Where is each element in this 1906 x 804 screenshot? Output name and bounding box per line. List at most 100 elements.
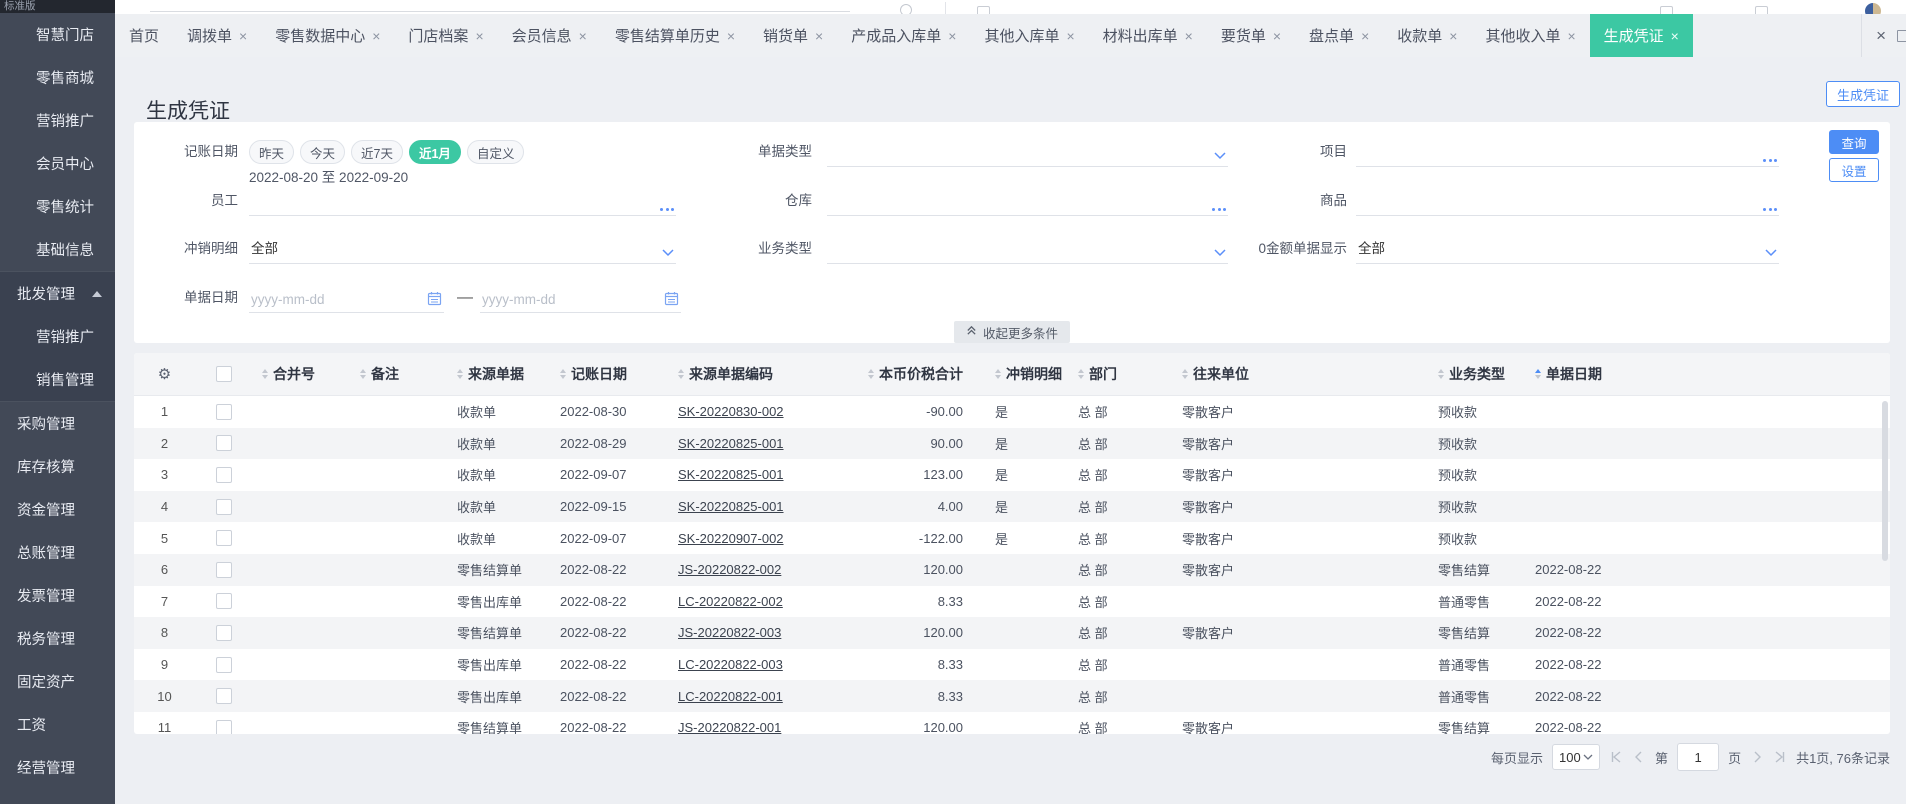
calendar-icon[interactable] xyxy=(427,291,442,311)
tab-generate-voucher[interactable]: 生成凭证 × xyxy=(1589,14,1693,57)
source-doc-link[interactable]: JS-20220822-001 xyxy=(678,720,781,734)
sidebar-item-member-center[interactable]: 会员中心 xyxy=(0,142,115,185)
source-doc-link[interactable]: SK-20220830-002 xyxy=(678,404,784,419)
tab-material-outbound[interactable]: 材料出库单 × xyxy=(1089,14,1207,57)
table-row[interactable]: 1 收款单 2022-08-30 SK-20220830-002 -90.00 是 总 部 零… xyxy=(134,396,1890,428)
tab-other-income[interactable]: 其他收入单 × xyxy=(1471,14,1589,57)
biz-type-select[interactable] xyxy=(827,237,1228,264)
column-header-code[interactable]: 来源单据编码 xyxy=(668,353,795,395)
first-page-icon[interactable] xyxy=(1609,750,1623,764)
ellipsis-icon[interactable] xyxy=(1761,150,1777,165)
source-doc-link[interactable]: SK-20220825-001 xyxy=(678,436,784,451)
employee-picker[interactable] xyxy=(249,189,676,216)
sidebar-item-invoice-mgmt[interactable]: 发票管理 xyxy=(0,574,115,617)
close-tab-icon[interactable]: × xyxy=(239,29,247,43)
doc-type-select[interactable] xyxy=(827,140,1228,167)
close-tab-icon[interactable]: × xyxy=(1449,29,1457,43)
sidebar-item-marketing-promo[interactable]: 营销推广 xyxy=(0,315,115,358)
table-row[interactable]: 3 收款单 2022-09-07 SK-20220825-001 123.00 是 总 部 零… xyxy=(134,459,1890,491)
preset-custom[interactable]: 自定义 xyxy=(466,140,525,164)
column-header-writeoff[interactable]: 冲销明细 xyxy=(985,353,1068,395)
sidebar-item-general-ledger[interactable]: 总账管理 xyxy=(0,531,115,574)
tab-retail-settlement-history[interactable]: 零售结算单历史 × xyxy=(601,14,749,57)
tab-other-inbound[interactable]: 其他入库单 × xyxy=(970,14,1088,57)
source-doc-link[interactable]: JS-20220822-003 xyxy=(678,625,781,640)
table-row[interactable]: 6 零售结算单 2022-08-22 JS-20220822-002 120.00 总 部… xyxy=(134,553,1890,586)
sidebar-item-wholesale-mgmt[interactable]: 批发管理 xyxy=(0,271,115,315)
source-doc-link[interactable]: SK-20220907-002 xyxy=(678,531,784,546)
column-header-biz[interactable]: 业务类型 xyxy=(1428,353,1525,395)
close-tab-icon[interactable]: × xyxy=(1671,29,1679,43)
sidebar-item-retail-mall[interactable]: 零售商城 xyxy=(0,56,115,99)
last-page-icon[interactable] xyxy=(1773,750,1787,764)
column-header-amount[interactable]: 本币价税合计 xyxy=(795,353,985,395)
preset-last7days[interactable]: 近7天 xyxy=(351,140,403,164)
tab-retail-data-center[interactable]: 零售数据中心 × xyxy=(261,14,394,57)
preset-yesterday[interactable]: 昨天 xyxy=(249,140,295,164)
sidebar-item-purchase-mgmt[interactable]: 采购管理 xyxy=(0,402,115,445)
calendar-icon[interactable] xyxy=(664,291,679,311)
column-header-note[interactable]: 备注 xyxy=(350,353,447,395)
close-tab-icon[interactable]: × xyxy=(727,29,735,43)
close-tab-icon[interactable]: × xyxy=(1567,29,1575,43)
ellipsis-icon[interactable] xyxy=(1761,199,1777,214)
column-header-partner[interactable]: 往来单位 xyxy=(1172,353,1428,395)
sidebar-item-basic-info[interactable]: 基础信息 xyxy=(0,228,115,271)
source-doc-link[interactable]: LC-20220822-001 xyxy=(678,689,783,704)
doc-date-from-input[interactable] xyxy=(249,286,426,312)
source-doc-link[interactable]: LC-20220822-002 xyxy=(678,594,783,609)
goods-picker[interactable] xyxy=(1356,189,1779,216)
project-picker[interactable] xyxy=(1356,140,1779,167)
row-checkbox[interactable] xyxy=(215,656,232,673)
sidebar-item-marketing-top[interactable]: 营销推广 xyxy=(0,99,115,142)
close-tab-icon[interactable]: × xyxy=(1361,29,1369,43)
next-page-icon[interactable] xyxy=(1750,750,1764,764)
sidebar-item-business-mgmt[interactable]: 经营管理 xyxy=(0,746,115,789)
close-tab-icon[interactable]: × xyxy=(815,29,823,43)
table-row[interactable]: 11 零售结算单 2022-08-22 JS-20220822-001 120.00 总 … xyxy=(134,712,1890,734)
close-tab-icon[interactable]: × xyxy=(1066,29,1074,43)
close-tab-icon[interactable]: × xyxy=(579,29,587,43)
tab-transfer-order[interactable]: 调拨单 × xyxy=(173,14,261,57)
sidebar-item-fixed-assets[interactable]: 固定资产 xyxy=(0,660,115,703)
preset-today[interactable]: 今天 xyxy=(300,140,346,164)
collapse-conditions-button[interactable]: 收起更多条件 xyxy=(953,321,1071,343)
row-checkbox[interactable] xyxy=(215,466,232,483)
settings-button[interactable]: 设置 xyxy=(1829,158,1879,182)
sidebar-item-tax-mgmt[interactable]: 税务管理 xyxy=(0,617,115,660)
table-row[interactable]: 5 收款单 2022-09-07 SK-20220907-002 -122.00 是 总 部… xyxy=(134,522,1890,554)
row-checkbox[interactable] xyxy=(215,593,232,610)
column-header-merge[interactable]: 合并号 xyxy=(252,353,350,395)
source-doc-link[interactable]: SK-20220825-001 xyxy=(678,499,784,514)
prev-page-icon[interactable] xyxy=(1632,750,1646,764)
sidebar-item-payroll[interactable]: 工资 xyxy=(0,703,115,746)
per-page-select[interactable]: 100 xyxy=(1552,744,1601,770)
source-doc-link[interactable]: LC-20220822-003 xyxy=(678,657,783,672)
row-checkbox[interactable] xyxy=(215,435,232,452)
table-settings-gear-icon[interactable]: ⚙ xyxy=(158,365,171,383)
source-doc-link[interactable]: SK-20220825-001 xyxy=(678,467,784,482)
page-number-input[interactable]: 1 xyxy=(1677,743,1720,771)
select-all-checkbox[interactable] xyxy=(215,366,232,382)
close-tab-icon[interactable]: × xyxy=(372,29,380,43)
sidebar-item-funds-mgmt[interactable]: 资金管理 xyxy=(0,488,115,531)
row-checkbox[interactable] xyxy=(215,624,232,641)
close-tab-icon[interactable]: × xyxy=(948,29,956,43)
table-row[interactable]: 4 收款单 2022-09-15 SK-20220825-001 4.00 是 总 部 零散客… xyxy=(134,490,1890,523)
column-header-booking_date[interactable]: 记账日期 xyxy=(550,353,668,395)
column-header-dept[interactable]: 部门 xyxy=(1068,353,1172,395)
sidebar-item-sales-mgmt[interactable]: 销售管理 xyxy=(0,358,115,402)
column-header-source[interactable]: 来源单据 xyxy=(447,353,550,395)
table-row[interactable]: 8 零售结算单 2022-08-22 JS-20220822-003 120.00 总 部… xyxy=(134,617,1890,649)
column-header-doc_date[interactable]: 单据日期 xyxy=(1525,353,1890,395)
row-checkbox[interactable] xyxy=(215,688,232,705)
tab-member-info[interactable]: 会员信息 × xyxy=(498,14,601,57)
global-search-input[interactable] xyxy=(150,11,850,12)
close-tab-icon[interactable]: × xyxy=(1185,29,1193,43)
doc-date-to-input[interactable] xyxy=(480,286,663,312)
row-checkbox[interactable] xyxy=(215,719,232,734)
close-tab-icon[interactable]: × xyxy=(1273,29,1281,43)
tab-goods-request[interactable]: 要货单 × xyxy=(1207,14,1295,57)
generate-voucher-button[interactable]: 生成凭证 xyxy=(1825,81,1900,107)
zero-amount-select[interactable]: 全部 xyxy=(1356,237,1779,264)
